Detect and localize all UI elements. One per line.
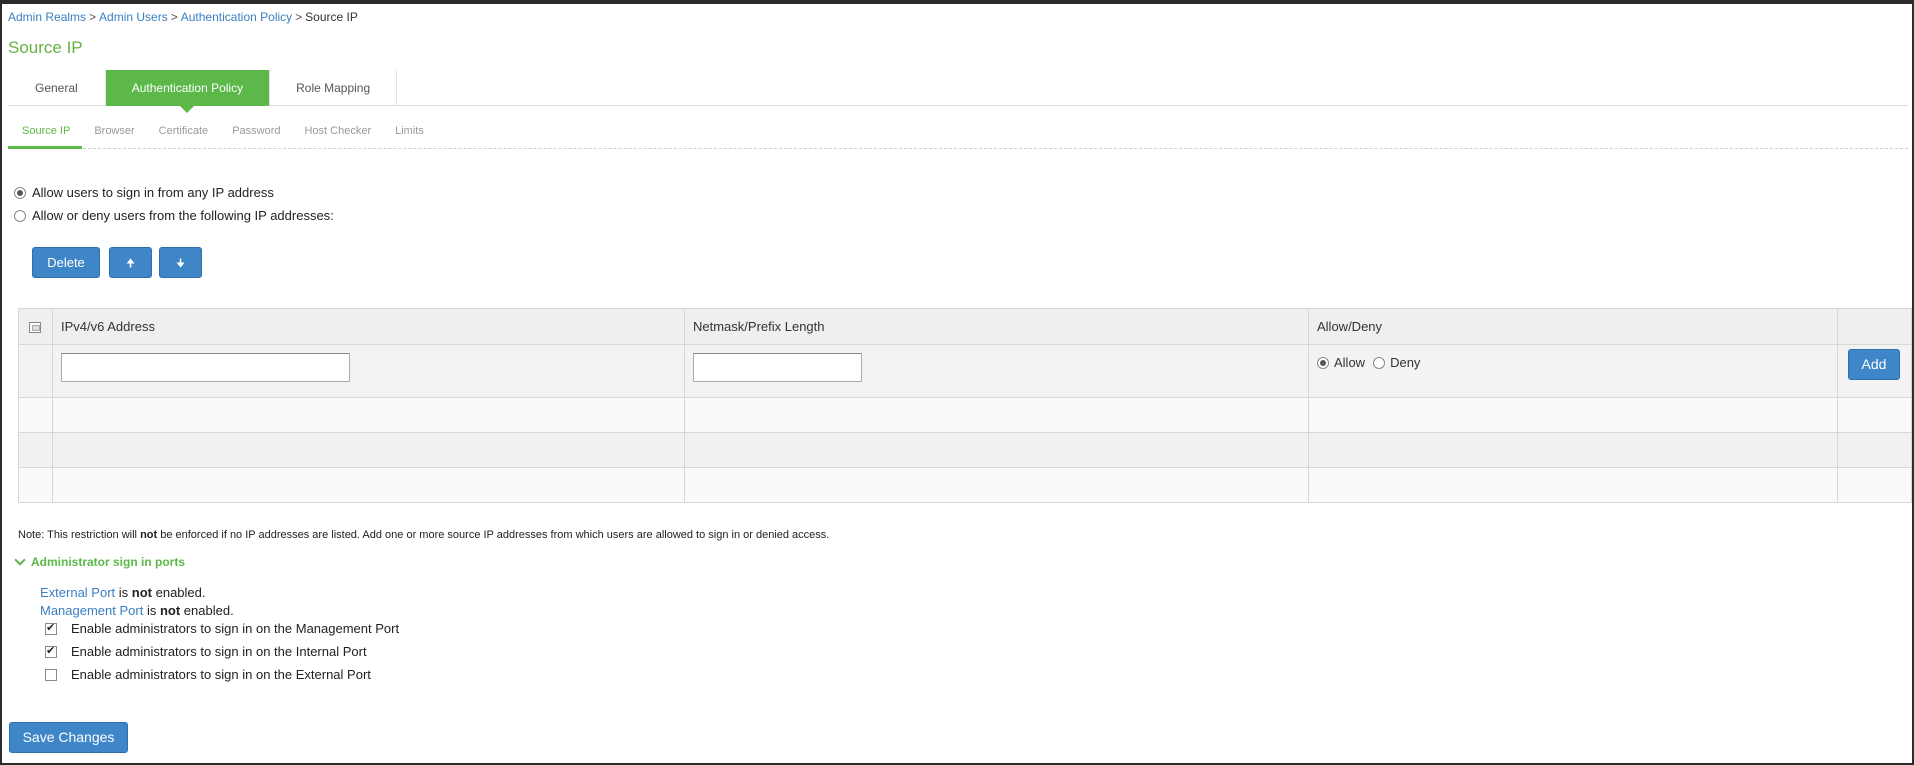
main-tabs: General Authentication Policy Role Mappi…	[8, 70, 1908, 113]
allow-deny-group: Allow Deny	[1317, 353, 1829, 370]
sub-tabs: Source IP Browser Certificate Password H…	[8, 119, 1908, 149]
status-emphasis: not	[131, 585, 152, 600]
note-emphasis: not	[140, 529, 158, 541]
external-port-link[interactable]: External Port	[40, 585, 115, 600]
add-button[interactable]: Add	[1848, 349, 1900, 380]
column-header-actions	[1837, 308, 1912, 345]
status-emphasis: not	[159, 603, 181, 618]
table-row	[18, 467, 1912, 503]
input-row-select-cell	[18, 344, 53, 398]
note-prefix: Note: This restriction will	[18, 529, 141, 541]
column-header-ip: IPv4/v6 Address	[52, 308, 685, 345]
enable-internal-port-label: Enable administrators to sign in on the …	[71, 644, 367, 659]
select-all-cell[interactable]	[18, 308, 53, 345]
management-port-link[interactable]: Management Port	[40, 603, 143, 618]
table-header-row: IPv4/v6 Address Netmask/Prefix Length Al…	[18, 308, 1912, 345]
admin-ports-section-toggle[interactable]: Administrator sign in ports	[14, 554, 186, 569]
netmask-input[interactable]	[693, 353, 862, 382]
enable-management-port-label: Enable administrators to sign in on the …	[71, 621, 400, 636]
deny-radio[interactable]	[1373, 356, 1386, 369]
enable-management-port-checkbox[interactable]	[45, 621, 57, 635]
access-listed-ip-label: Allow or deny users from the following I…	[32, 208, 334, 223]
breadcrumb-authentication-policy[interactable]: Authentication Policy	[181, 10, 292, 24]
management-port-status: Management Port is not enabled.	[40, 603, 234, 618]
breadcrumb: Admin Realms > Admin Users > Authentication …	[8, 10, 358, 24]
access-listed-ip-option[interactable]: Allow or deny users from the following I…	[14, 208, 334, 223]
table-row	[18, 432, 1912, 468]
status-text: is	[115, 585, 132, 600]
breadcrumb-current: Source IP	[305, 10, 358, 24]
save-changes-button[interactable]: Save Changes	[9, 722, 128, 753]
move-down-button[interactable]: 🠋	[159, 247, 202, 278]
subtab-source-ip[interactable]: Source IP	[8, 119, 83, 149]
netmask-input-cell	[684, 344, 1309, 398]
arrow-up-icon: 🠉	[125, 258, 136, 270]
breadcrumb-separator: >	[295, 10, 303, 24]
page-title: Source IP	[8, 38, 83, 57]
enable-external-port-label: Enable administrators to sign in on the …	[71, 667, 371, 682]
column-header-netmask: Netmask/Prefix Length	[684, 308, 1309, 345]
access-any-ip-label: Allow users to sign in from any IP addre…	[32, 185, 274, 200]
access-listed-ip-radio[interactable]	[14, 209, 26, 222]
table-input-row: Allow Deny	[18, 344, 1912, 398]
chevron-down-icon	[14, 554, 26, 566]
enable-internal-port-checkbox[interactable]	[45, 644, 57, 658]
arrow-down-icon: 🠋	[175, 258, 186, 270]
subtab-limits[interactable]: Limits	[383, 119, 436, 149]
enable-internal-port-option[interactable]: Enable administrators to sign in on the …	[45, 644, 367, 659]
allow-radio[interactable]	[1317, 356, 1329, 369]
ip-input-cell	[52, 344, 685, 398]
breadcrumb-admin-realms[interactable]: Admin Realms	[8, 10, 86, 24]
move-up-button[interactable]: 🠉	[109, 247, 152, 278]
subtab-browser[interactable]: Browser	[82, 119, 146, 149]
tab-role-mapping[interactable]: Role Mapping	[270, 70, 398, 106]
status-text: is	[143, 603, 160, 618]
breadcrumb-separator: >	[89, 10, 97, 24]
restriction-note: Note: This restriction will not be enfor…	[18, 529, 829, 541]
breadcrumb-admin-users[interactable]: Admin Users	[99, 10, 168, 24]
subtab-certificate[interactable]: Certificate	[147, 119, 221, 149]
ip-address-table: IPv4/v6 Address Netmask/Prefix Length Al…	[18, 308, 1912, 503]
subtab-password[interactable]: Password	[220, 119, 292, 149]
select-all-icon[interactable]	[29, 322, 41, 334]
external-port-status: External Port is not enabled.	[40, 585, 206, 600]
access-any-ip-radio[interactable]	[14, 186, 26, 199]
status-text: enabled.	[180, 603, 234, 618]
enable-management-port-option[interactable]: Enable administrators to sign in on the …	[45, 621, 399, 636]
deny-label: Deny	[1390, 355, 1421, 370]
enable-external-port-option[interactable]: Enable administrators to sign in on the …	[45, 667, 371, 682]
breadcrumb-separator: >	[170, 10, 178, 24]
tab-authentication-policy[interactable]: Authentication Policy	[105, 70, 271, 113]
delete-button[interactable]: Delete	[32, 247, 100, 278]
note-suffix: be enforced if no IP addresses are liste…	[157, 529, 830, 541]
page-frame: Admin Realms > Admin Users > Authentication …	[0, 0, 1914, 765]
admin-ports-heading: Administrator sign in ports	[31, 555, 186, 569]
access-any-ip-option[interactable]: Allow users to sign in from any IP addre…	[14, 185, 274, 200]
table-row	[18, 397, 1912, 433]
ip-address-input[interactable]	[61, 353, 350, 382]
subtab-host-checker[interactable]: Host Checker	[292, 119, 383, 149]
allow-label: Allow	[1334, 355, 1366, 370]
column-header-allow-deny: Allow/Deny	[1308, 308, 1838, 345]
enable-external-port-checkbox[interactable]	[45, 668, 57, 681]
tab-general[interactable]: General	[8, 70, 106, 106]
allow-deny-cell: Allow Deny	[1308, 344, 1838, 398]
status-text: enabled.	[152, 585, 206, 600]
